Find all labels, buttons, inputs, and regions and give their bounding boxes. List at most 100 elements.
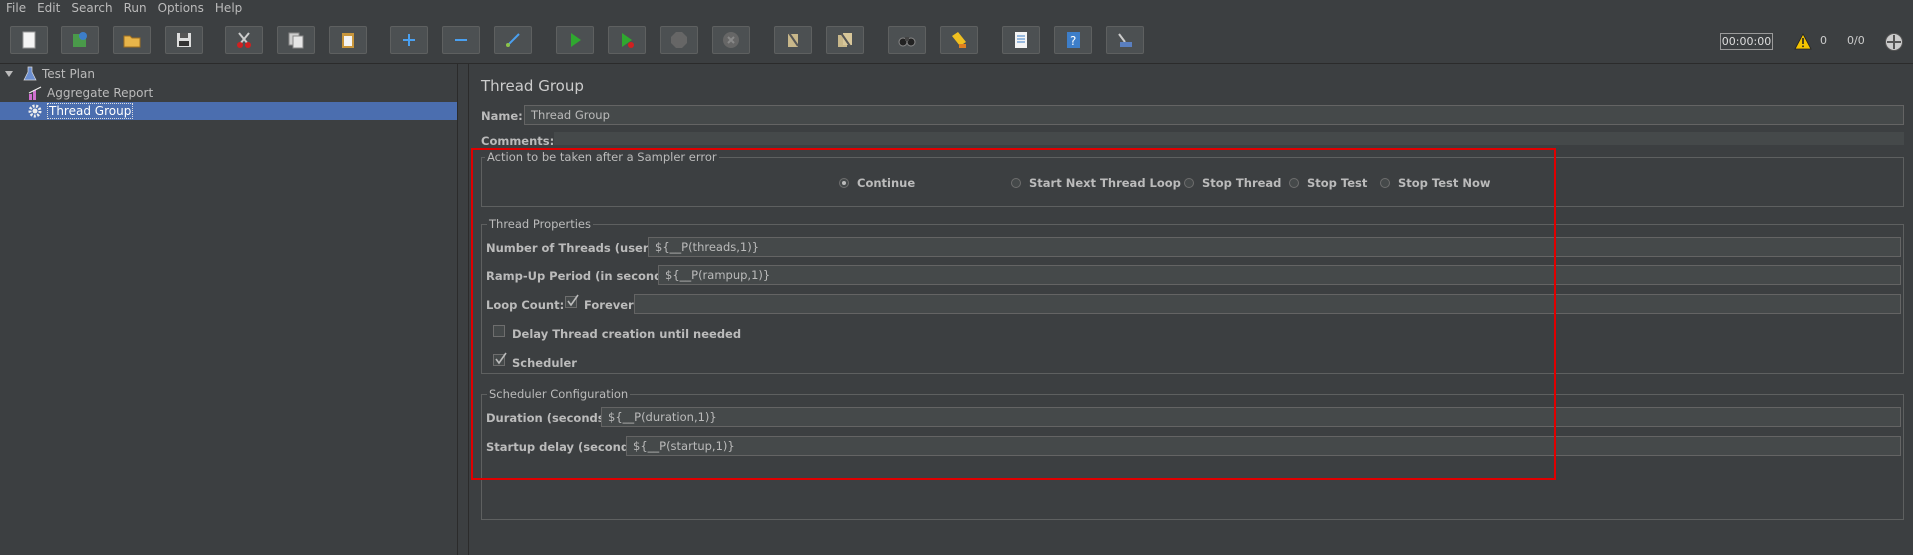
shutdown-icon bbox=[723, 32, 739, 48]
rampup-label: Ramp-Up Period (in seconds): bbox=[486, 269, 680, 283]
radio-start-next-thread-loop[interactable]: Start Next Thread Loop bbox=[1011, 176, 1181, 190]
new-button[interactable] bbox=[10, 26, 48, 54]
expand-all-button[interactable] bbox=[390, 26, 428, 54]
reset-search-icon bbox=[952, 32, 966, 48]
radio-label: Stop Test bbox=[1307, 176, 1368, 190]
reset-search-button[interactable] bbox=[940, 26, 978, 54]
stop-button[interactable] bbox=[660, 26, 698, 54]
remote-status-icon[interactable] bbox=[1884, 32, 1904, 52]
delay-thread-label: Delay Thread creation until needed bbox=[512, 327, 742, 341]
tree-item-thread-group[interactable]: Thread Group bbox=[0, 102, 457, 120]
radio-circle[interactable] bbox=[1289, 178, 1299, 188]
start-no-pauses-button[interactable] bbox=[608, 26, 646, 54]
comments-field[interactable] bbox=[554, 132, 1904, 145]
menu-edit[interactable]: Edit bbox=[31, 0, 65, 17]
radio-label: Stop Thread bbox=[1202, 176, 1282, 190]
save-button[interactable] bbox=[165, 26, 203, 54]
rampup-field[interactable]: ${__P(rampup,1)} bbox=[658, 265, 1901, 285]
menu-run[interactable]: Run bbox=[118, 0, 152, 17]
copy-button[interactable] bbox=[277, 26, 315, 54]
templates-button[interactable] bbox=[61, 26, 99, 54]
copy-icon bbox=[288, 32, 304, 49]
collapse-all-button[interactable] bbox=[442, 26, 480, 54]
duration-label: Duration (seconds) bbox=[486, 411, 610, 425]
clear-all-button[interactable] bbox=[826, 26, 864, 54]
threads-field[interactable]: ${__P(threads,1)} bbox=[648, 237, 1901, 257]
checkmark-icon bbox=[495, 352, 507, 365]
startup-delay-field[interactable]: ${__P(startup,1)} bbox=[626, 436, 1901, 456]
radio-stop-test[interactable]: Stop Test bbox=[1289, 176, 1367, 190]
radio-circle[interactable] bbox=[1184, 178, 1194, 188]
save-icon bbox=[177, 33, 191, 47]
split-pane-divider[interactable] bbox=[457, 64, 469, 555]
svg-text:?: ? bbox=[1070, 34, 1076, 48]
cut-button[interactable] bbox=[225, 26, 263, 54]
sampler-error-title: Action to be taken after a Sampler error bbox=[485, 150, 719, 164]
elapsed-time: 00:00:00 bbox=[1720, 33, 1773, 50]
start-button[interactable] bbox=[556, 26, 594, 54]
remote-icon bbox=[1118, 33, 1132, 47]
toggle-button[interactable] bbox=[494, 26, 532, 54]
sampler-error-group: Action to be taken after a Sampler error… bbox=[481, 150, 1904, 207]
tree-item-test-plan[interactable]: Test Plan bbox=[4, 65, 95, 83]
tree-item-label: Test Plan bbox=[42, 67, 95, 81]
menu-file[interactable]: File bbox=[0, 0, 31, 17]
clear-all-icon bbox=[838, 32, 852, 47]
radio-circle[interactable] bbox=[1380, 178, 1390, 188]
page-title: Thread Group bbox=[481, 77, 584, 95]
paste-icon bbox=[342, 33, 354, 48]
gear-icon bbox=[28, 104, 42, 118]
radio-stop-test-now[interactable]: Stop Test Now bbox=[1380, 176, 1491, 190]
function-helper-icon bbox=[1015, 32, 1027, 48]
help-button[interactable]: ? bbox=[1054, 26, 1092, 54]
menu-help[interactable]: Help bbox=[209, 0, 247, 17]
report-icon bbox=[28, 86, 42, 100]
startup-delay-label: Startup delay (seconds) bbox=[486, 440, 642, 454]
name-label: Name: bbox=[481, 109, 523, 123]
loop-count-label: Loop Count: bbox=[486, 298, 565, 312]
duration-field[interactable]: ${__P(duration,1)} bbox=[601, 407, 1901, 427]
scheduler-checkbox[interactable] bbox=[493, 352, 507, 366]
stop-icon bbox=[671, 32, 687, 48]
new-icon bbox=[22, 31, 36, 49]
open-icon bbox=[123, 35, 141, 48]
delay-thread-checkbox[interactable] bbox=[493, 325, 505, 337]
paste-button[interactable] bbox=[329, 26, 367, 54]
tree-item-aggregate-report[interactable]: Aggregate Report bbox=[27, 84, 153, 102]
expand-arrow-icon[interactable] bbox=[4, 69, 14, 79]
menu-options[interactable]: Options bbox=[152, 0, 209, 17]
help-icon: ? bbox=[1067, 32, 1080, 48]
toggle-icon bbox=[506, 33, 520, 47]
menu-search[interactable]: Search bbox=[65, 0, 117, 17]
checkmark-icon bbox=[567, 294, 579, 307]
forever-checkbox[interactable] bbox=[565, 294, 579, 308]
radio-continue[interactable]: Continue bbox=[839, 176, 915, 190]
forever-label: Forever bbox=[584, 298, 634, 312]
warning-count: 0 bbox=[1820, 34, 1827, 47]
open-button[interactable] bbox=[113, 26, 151, 54]
search-button[interactable] bbox=[888, 26, 926, 54]
remote-button[interactable] bbox=[1106, 26, 1144, 54]
name-field[interactable]: Thread Group bbox=[524, 105, 1904, 125]
test-plan-icon bbox=[23, 66, 37, 81]
scheduler-label: Scheduler bbox=[512, 356, 577, 370]
scheduler-config-title: Scheduler Configuration bbox=[487, 387, 631, 401]
radio-label: Continue bbox=[857, 176, 916, 190]
thread-group-panel: Thread Group Name: Thread Group Comments… bbox=[469, 64, 1913, 555]
expand-icon bbox=[403, 34, 415, 46]
collapse-icon bbox=[455, 39, 467, 41]
loop-count-field[interactable] bbox=[634, 294, 1901, 314]
cut-icon bbox=[237, 32, 251, 48]
warning-icon[interactable] bbox=[1794, 33, 1812, 50]
function-helper-button[interactable] bbox=[1002, 26, 1040, 54]
active-threads: 0/0 bbox=[1847, 34, 1865, 47]
start-icon bbox=[571, 33, 581, 47]
radio-circle[interactable] bbox=[839, 178, 849, 188]
start-no-pause-icon bbox=[622, 33, 634, 48]
radio-stop-thread[interactable]: Stop Thread bbox=[1184, 176, 1281, 190]
radio-label: Start Next Thread Loop bbox=[1029, 176, 1181, 190]
radio-circle[interactable] bbox=[1011, 178, 1021, 188]
clear-button[interactable] bbox=[774, 26, 812, 54]
toolbar: ? 00:00:00 0 0/0 bbox=[0, 19, 1913, 64]
shutdown-button[interactable] bbox=[712, 26, 750, 54]
